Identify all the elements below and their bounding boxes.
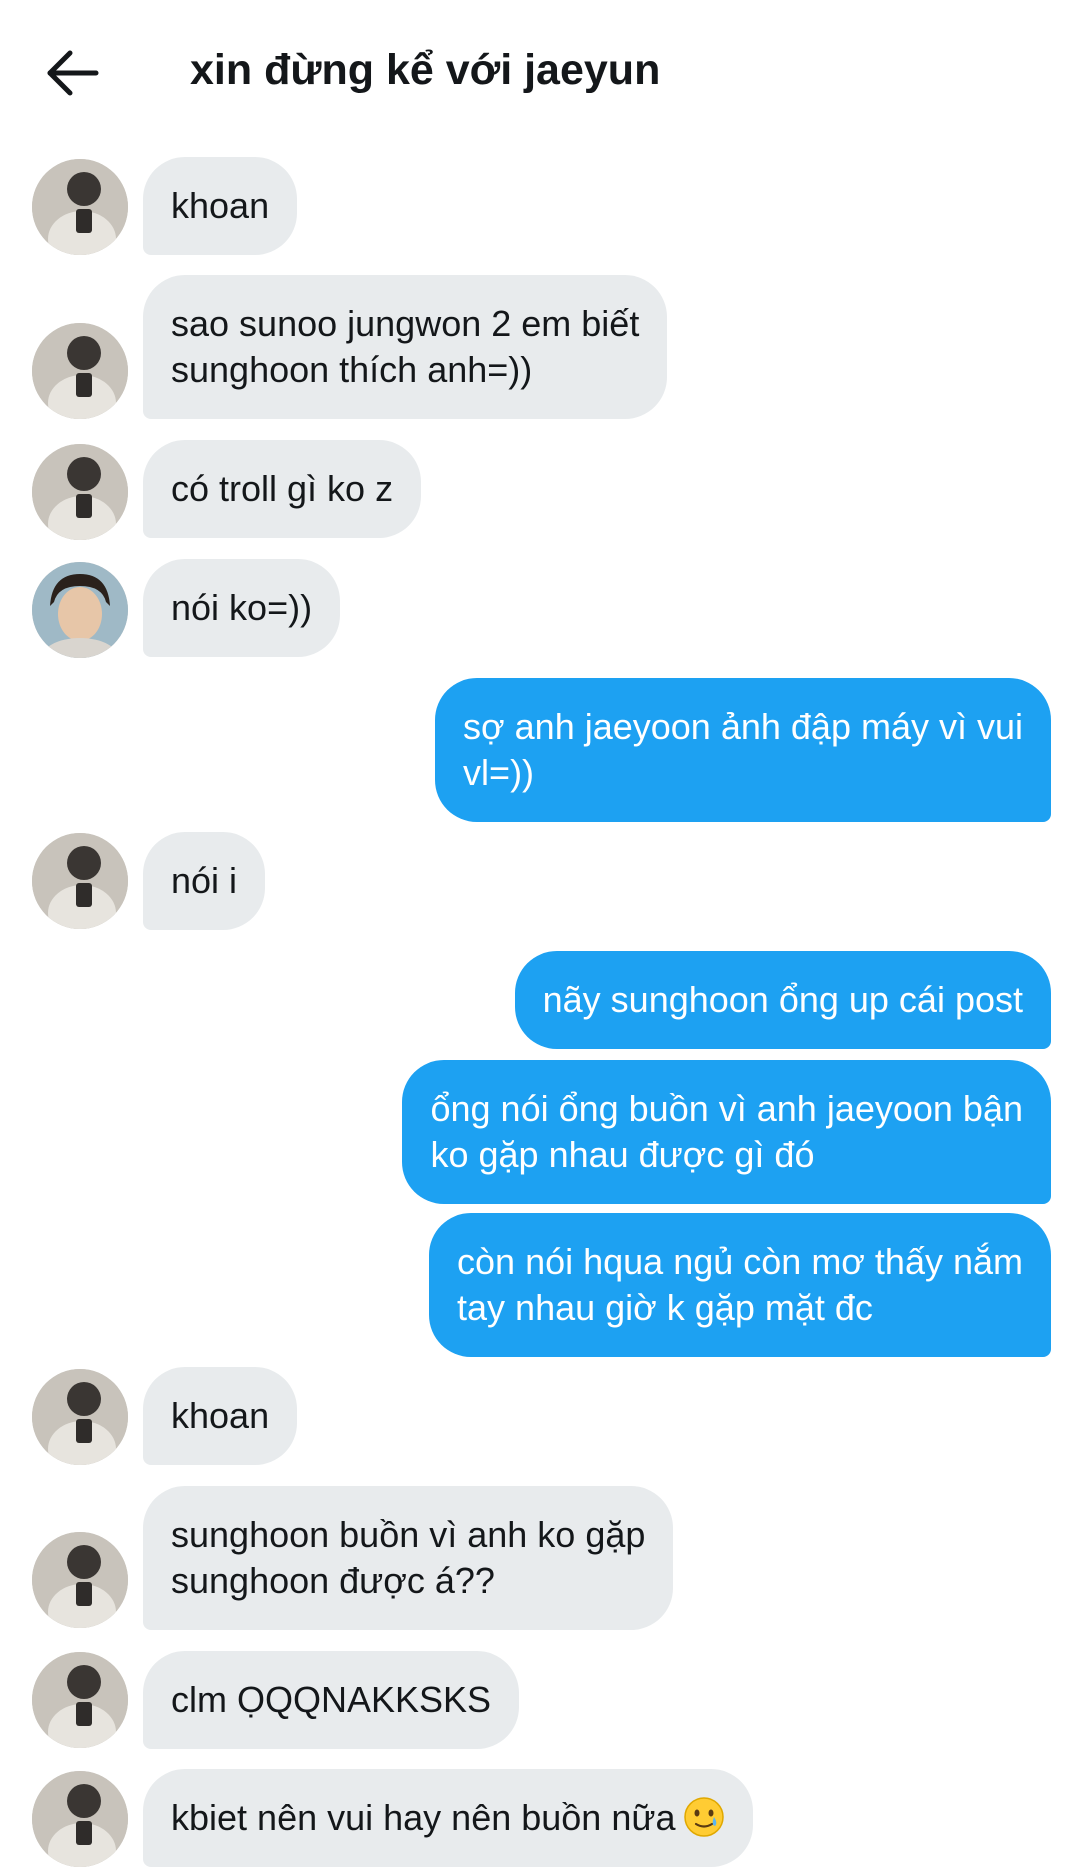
message-bubble-incoming[interactable]: khoan	[143, 1367, 298, 1465]
message-bubble-outgoing[interactable]: sợ anh jaeyoon ảnh đập máy vì vui vl=))	[435, 678, 1051, 822]
chat-header: xin đừng kể với jaeyun	[0, 0, 1080, 150]
message-bubble-incoming[interactable]: clm ỌQQNAKKSKS	[143, 1651, 520, 1749]
message-bubble-incoming[interactable]: nói i	[143, 832, 266, 930]
message-bubble-incoming[interactable]: nói ko=))	[143, 559, 341, 657]
sender-avatar[interactable]	[32, 444, 128, 540]
message-bubble-outgoing[interactable]: còn nói hqua ngủ còn mơ thấy nắm tay nha…	[429, 1213, 1051, 1357]
sender-avatar[interactable]	[32, 159, 128, 255]
message-bubble-outgoing[interactable]: ổng nói ổng buồn vì anh jaeyoon bận ko g…	[402, 1060, 1051, 1204]
sender-avatar[interactable]	[32, 833, 128, 929]
message-bubble-incoming[interactable]: sunghoon buồn vì anh ko gặp sunghoon đượ…	[143, 1486, 674, 1630]
message-text: kbiet nên vui hay nên buồn nữa	[171, 1797, 676, 1838]
sender-portrait-avatar[interactable]	[32, 562, 128, 658]
sender-avatar[interactable]	[32, 1369, 128, 1465]
sender-avatar[interactable]	[32, 323, 128, 419]
smiling-face-with-tear-emoji-icon	[683, 1796, 725, 1838]
message-bubble-incoming[interactable]: kbiet nên vui hay nên buồn nữa	[143, 1769, 754, 1867]
sender-avatar[interactable]	[32, 1771, 128, 1867]
message-bubble-incoming[interactable]: có troll gì ko z	[143, 440, 422, 538]
message-bubble-incoming[interactable]: khoan	[143, 157, 298, 255]
back-arrow-icon[interactable]	[44, 48, 104, 98]
sender-avatar[interactable]	[32, 1652, 128, 1748]
sender-avatar[interactable]	[32, 1532, 128, 1628]
conversation-title: xin đừng kể với jaeyun	[190, 46, 661, 94]
message-bubble-outgoing[interactable]: nãy sunghoon ổng up cái post	[514, 951, 1051, 1049]
message-bubble-incoming[interactable]: sao sunoo jungwon 2 em biết sunghoon thí…	[143, 275, 668, 419]
